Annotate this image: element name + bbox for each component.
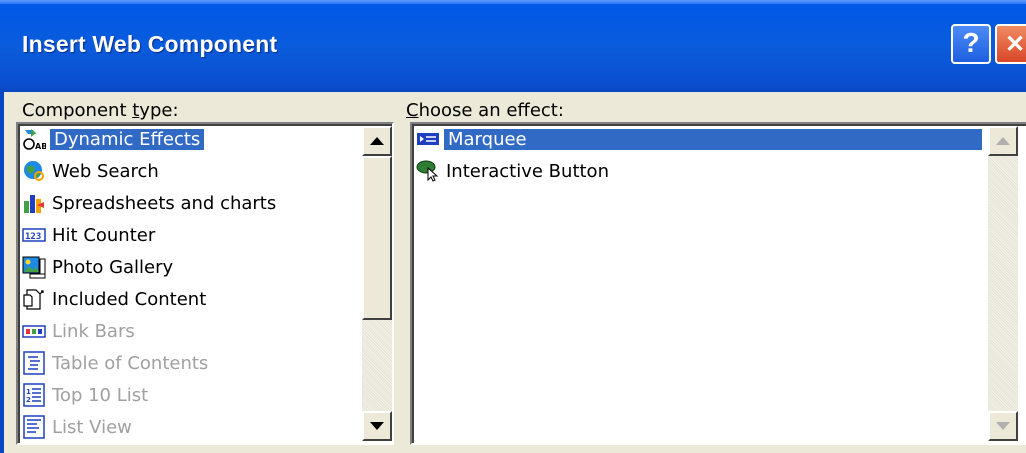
choose-effect-label: Choose an effect: [406, 100, 564, 121]
svg-text:1: 1 [26, 388, 31, 396]
list-item-hit-counter[interactable]: 123 Hit Counter [22, 220, 155, 250]
list-item-top-10-list[interactable]: 1 2 Top 10 List [22, 380, 148, 410]
title-bar[interactable]: Insert Web Component ? ✕ [0, 0, 1026, 92]
effect-listbox[interactable]: Marquee Interactive Button [410, 122, 1026, 445]
list-item-included-content[interactable]: Included Content [22, 284, 206, 314]
dynamic-effects-icon: AB [22, 127, 47, 151]
list-item-marquee[interactable]: Marquee [416, 124, 982, 154]
arrow-up-icon [370, 137, 384, 145]
window-title: Insert Web Component [22, 31, 278, 57]
list-view-icon [22, 415, 46, 439]
component-type-listbox[interactable]: AB Dynamic Effects Web Search [16, 122, 394, 445]
web-search-icon [22, 159, 46, 183]
list-item-web-search[interactable]: Web Search [22, 156, 159, 186]
svg-text:AB: AB [35, 142, 46, 151]
top-10-list-icon: 1 2 [22, 383, 46, 407]
list-item-link-bars[interactable]: Link Bars [22, 316, 135, 346]
list-item-spreadsheets-and-charts[interactable]: Spreadsheets and charts [22, 188, 276, 218]
list-item-dynamic-effects[interactable]: AB Dynamic Effects [22, 124, 205, 154]
svg-text:123: 123 [25, 232, 41, 242]
insert-web-component-dialog: Insert Web Component ? ✕ Component type:… [0, 0, 1026, 453]
help-icon: ? [962, 27, 980, 58]
included-content-icon [22, 287, 46, 311]
close-icon: ✕ [1004, 31, 1026, 58]
photo-gallery-icon [22, 255, 46, 279]
scroll-down-button[interactable] [988, 411, 1018, 441]
scroll-up-button[interactable] [362, 126, 392, 156]
svg-text:2: 2 [26, 396, 31, 404]
list-item-photo-gallery[interactable]: Photo Gallery [22, 252, 173, 282]
component-type-label: Component type: [22, 100, 179, 121]
list-item-list-view[interactable]: List View [22, 412, 132, 442]
scroll-up-button[interactable] [988, 126, 1018, 156]
spreadsheet-chart-icon [22, 191, 46, 215]
list-item-interactive-button[interactable]: Interactive Button [416, 156, 609, 186]
table-of-contents-icon [22, 351, 46, 375]
arrow-down-icon [370, 422, 384, 430]
scroll-down-button[interactable] [362, 411, 392, 441]
list-item-table-of-contents[interactable]: Table of Contents [22, 348, 208, 378]
close-button[interactable]: ✕ [995, 24, 1026, 64]
dialog-body: Component type: Choose an effect: AB Dyn… [0, 92, 1026, 453]
arrow-up-icon [996, 137, 1010, 145]
scroll-thumb[interactable] [362, 156, 392, 320]
interactive-button-icon [416, 159, 440, 183]
arrow-down-icon [996, 422, 1010, 430]
effect-list-scrollbar[interactable] [988, 126, 1018, 441]
help-button[interactable]: ? [951, 24, 991, 64]
link-bars-icon [22, 319, 46, 343]
hit-counter-icon: 123 [22, 223, 46, 247]
component-list-scrollbar[interactable] [362, 126, 392, 441]
marquee-icon [416, 127, 440, 151]
